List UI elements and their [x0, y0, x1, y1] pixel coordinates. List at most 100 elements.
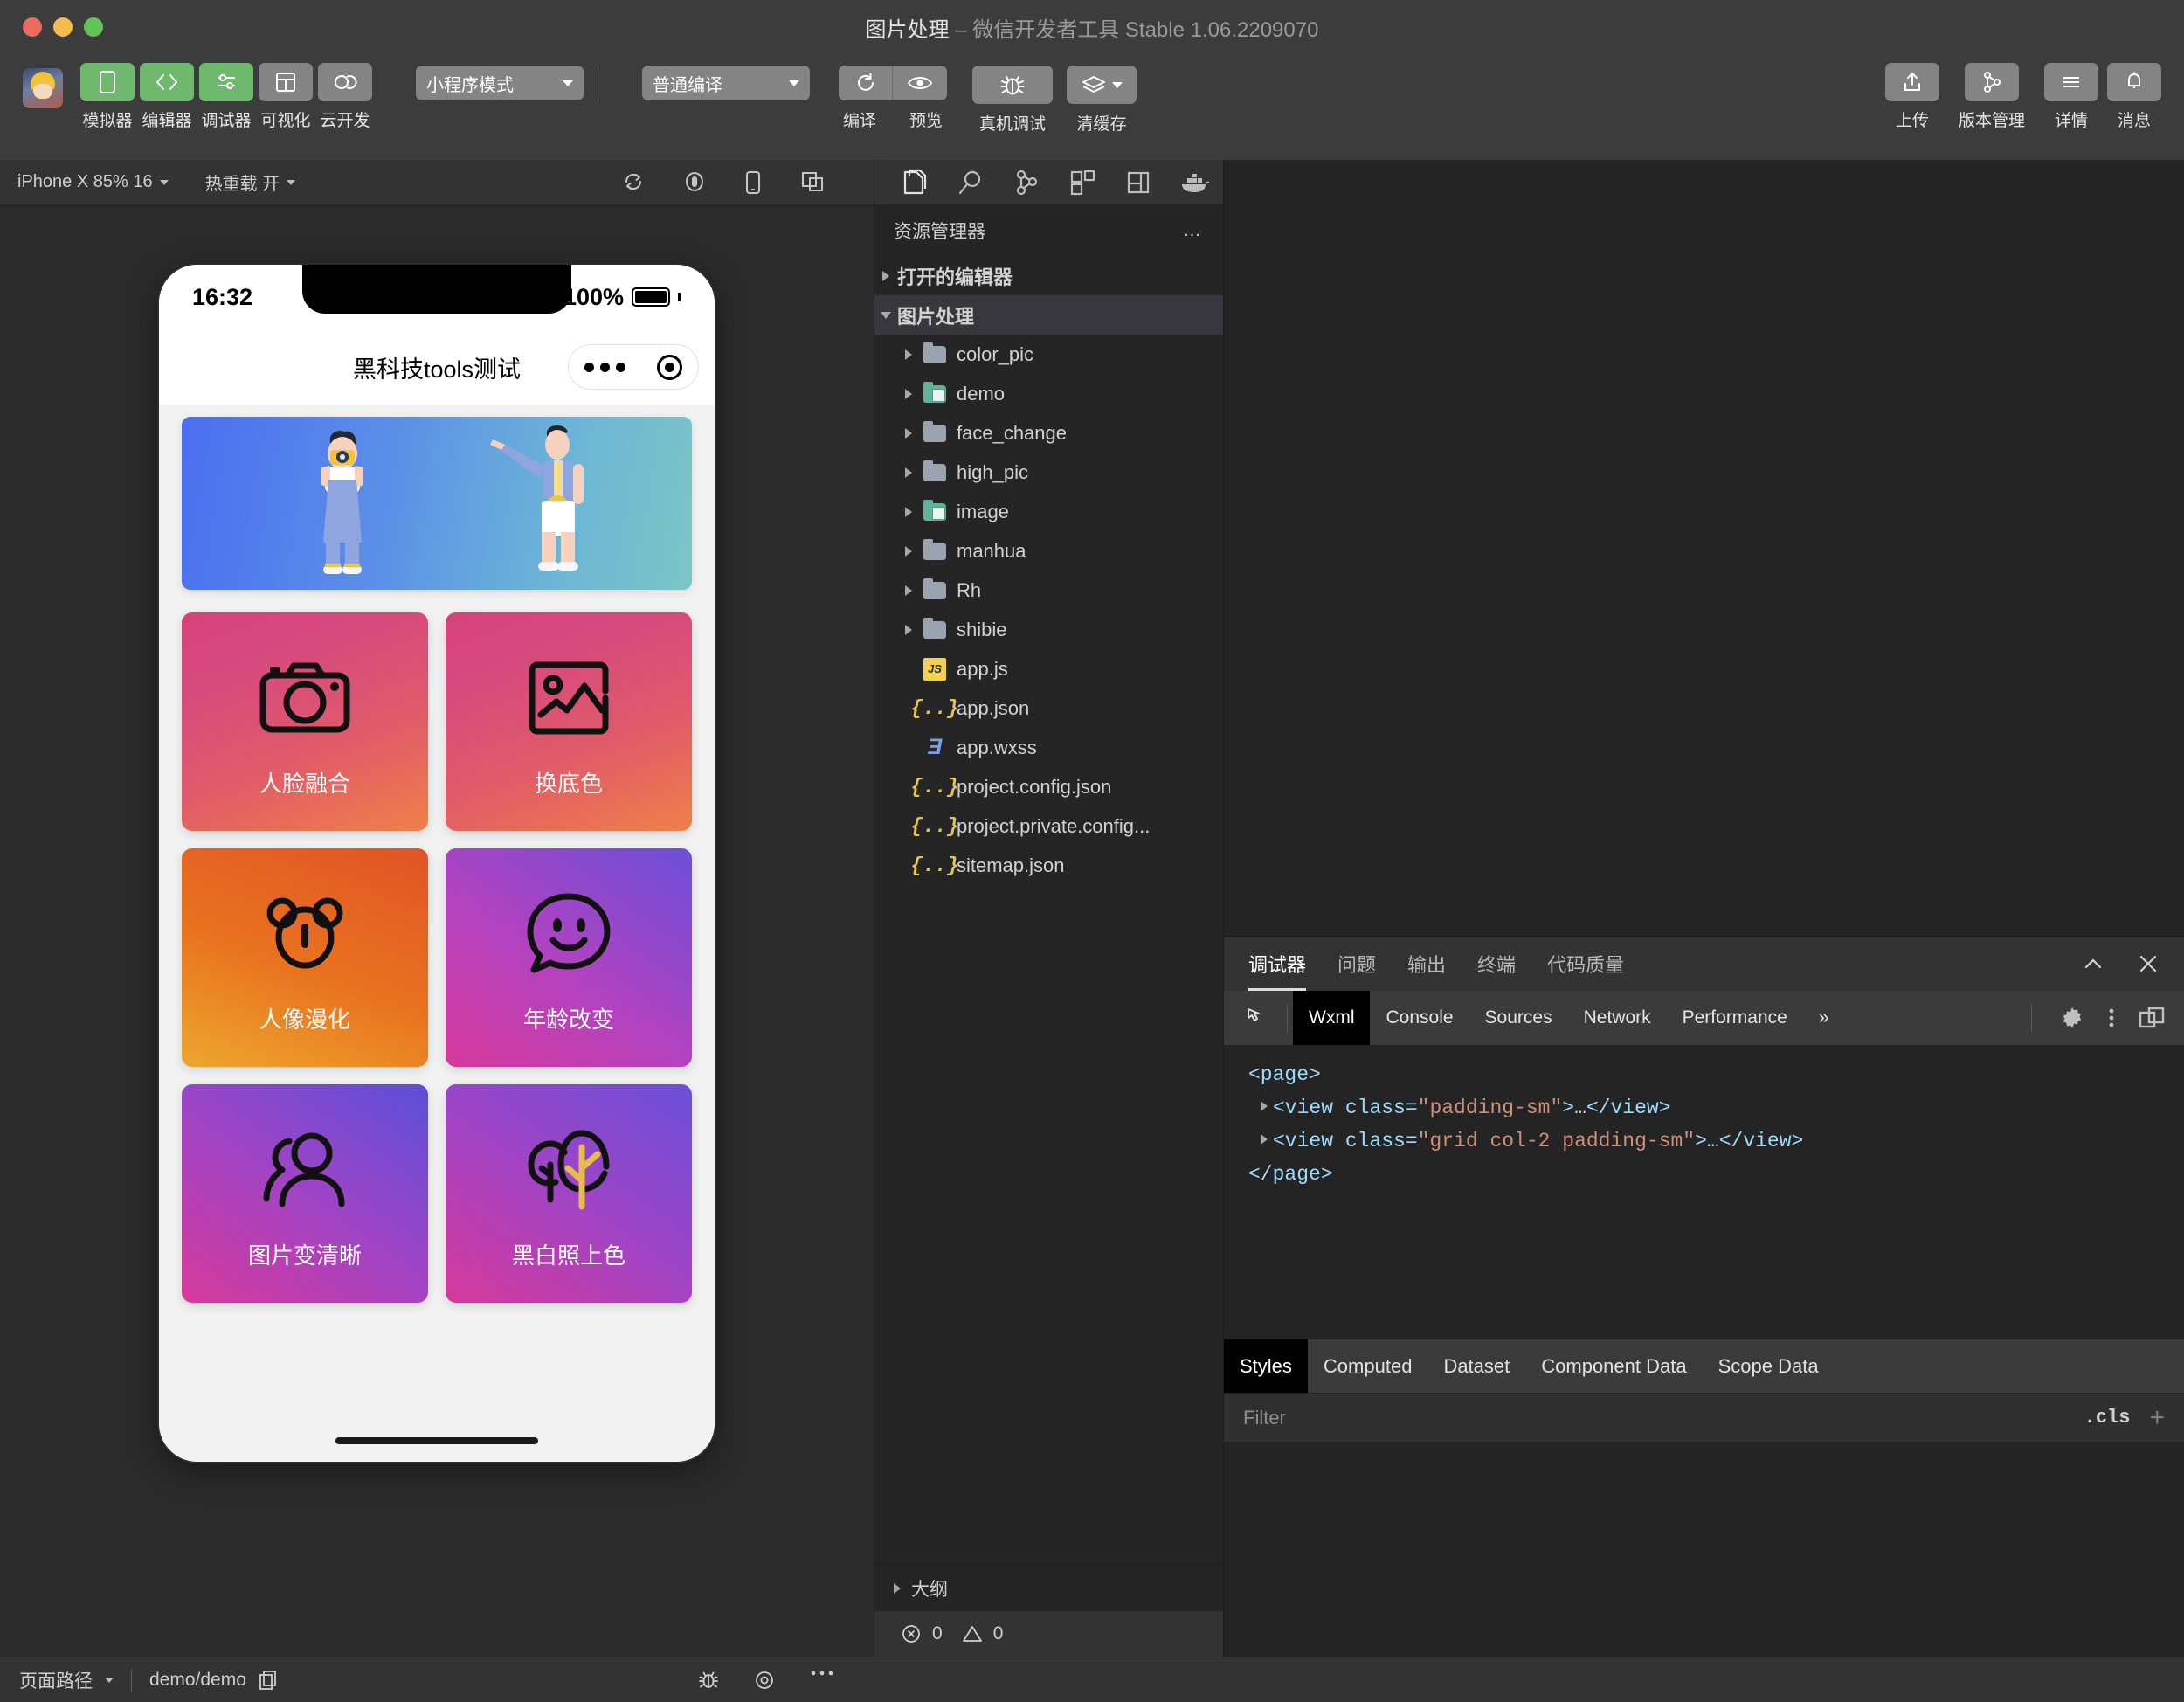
- rotate-icon[interactable]: [622, 170, 645, 195]
- wxml-tree[interactable]: <page> <view class="padding-sm">…</view>…: [1224, 1045, 2184, 1248]
- toolbar-action-compile[interactable]: 编译 预览: [833, 63, 953, 131]
- chevron-right-icon[interactable]: [897, 427, 920, 439]
- chevron-right-icon[interactable]: [874, 270, 897, 281]
- feature-card-colorize[interactable]: 黑白照上色: [446, 1084, 692, 1303]
- record-icon[interactable]: [683, 170, 706, 195]
- chevron-right-icon[interactable]: [1261, 1133, 1268, 1145]
- tree-row-app-wxss[interactable]: Ǝ app.wxss: [874, 728, 1223, 767]
- feature-card-age-change[interactable]: 年龄改变: [446, 848, 692, 1067]
- tree-row-open-editors[interactable]: 打开的编辑器: [874, 256, 1223, 295]
- explorer-more-button[interactable]: …: [1183, 220, 1204, 241]
- chevron-right-icon[interactable]: [897, 585, 920, 596]
- feature-card-enhance[interactable]: 图片变清晰: [182, 1084, 428, 1303]
- tab-terminal[interactable]: 终端: [1477, 937, 1516, 991]
- chevron-down-icon[interactable]: [874, 311, 897, 319]
- editor-area[interactable]: [1224, 160, 2184, 936]
- chevron-right-icon[interactable]: [1261, 1100, 1268, 1111]
- copy-icon[interactable]: [259, 1670, 278, 1691]
- inspector-tab-wxml[interactable]: Wxml: [1293, 991, 1371, 1045]
- tab-output[interactable]: 输出: [1407, 937, 1446, 991]
- toolbar-item-visualization[interactable]: 可视化: [259, 63, 313, 131]
- close-window-button[interactable]: [23, 17, 42, 37]
- toolbar-item-version[interactable]: 版本管理: [1948, 63, 2035, 131]
- device-select[interactable]: iPhone X 85% 16: [17, 172, 169, 192]
- refresh-icon[interactable]: [839, 66, 893, 100]
- eye-circle-icon[interactable]: [753, 1669, 776, 1692]
- filter-input[interactable]: Filter: [1243, 1407, 1286, 1429]
- chevron-right-icon[interactable]: [894, 1582, 901, 1594]
- feature-card-change-bg[interactable]: 换底色: [446, 612, 692, 831]
- layout2-icon[interactable]: [1110, 160, 1166, 205]
- mode-select[interactable]: 小程序模式: [416, 66, 584, 100]
- minimize-window-button[interactable]: [53, 17, 73, 37]
- avatar[interactable]: [23, 68, 63, 108]
- chevron-right-icon[interactable]: [897, 349, 920, 360]
- files-icon[interactable]: [887, 160, 943, 205]
- inspector-tab-network[interactable]: Network: [1568, 991, 1667, 1045]
- tree-row-project[interactable]: 图片处理: [874, 295, 1223, 335]
- toolbar-item-messages[interactable]: 消息: [2107, 63, 2161, 131]
- page-path-label[interactable]: 页面路径: [19, 1667, 93, 1693]
- tree-row-manhua[interactable]: manhua: [874, 531, 1223, 571]
- toolbar-item-upload[interactable]: 上传: [1885, 63, 1939, 131]
- chevron-right-icon[interactable]: [897, 506, 920, 517]
- outline-section[interactable]: 大纲: [874, 1564, 1223, 1611]
- styles-tab-styles[interactable]: Styles: [1224, 1339, 1308, 1394]
- tree-row-app-js[interactable]: JS app.js: [874, 649, 1223, 688]
- device-icon[interactable]: [744, 170, 762, 195]
- styles-tab-component-data[interactable]: Component Data: [1525, 1339, 1702, 1394]
- tab-code-quality[interactable]: 代码质量: [1547, 937, 1624, 991]
- feature-card-face-fusion[interactable]: 人脸融合: [182, 612, 428, 831]
- more-dots-icon[interactable]: [584, 362, 625, 372]
- tree-row-shibie[interactable]: shibie: [874, 610, 1223, 649]
- close-target-icon[interactable]: [657, 354, 682, 380]
- maximize-window-button[interactable]: [84, 17, 103, 37]
- inspector-tab-console[interactable]: Console: [1370, 991, 1469, 1045]
- chevron-right-icon[interactable]: [897, 545, 920, 557]
- window-controls[interactable]: [0, 17, 103, 37]
- gear-icon[interactable]: [2060, 1006, 2084, 1030]
- tree-row-color-pic[interactable]: color_pic: [874, 335, 1223, 374]
- add-rule-button[interactable]: +: [2149, 1403, 2165, 1433]
- toolbar-item-debugger[interactable]: 调试器: [199, 63, 253, 131]
- tree-row-high-pic[interactable]: high_pic: [874, 453, 1223, 492]
- docker-icon[interactable]: [1166, 160, 1222, 205]
- cls-button[interactable]: .cls: [2084, 1407, 2131, 1429]
- tree-row-sitemap-json[interactable]: {..} sitemap.json: [874, 846, 1223, 885]
- bug-icon[interactable]: [697, 1669, 720, 1692]
- problems-summary[interactable]: 0 0: [874, 1611, 1223, 1657]
- styles-tab-scope-data[interactable]: Scope Data: [1703, 1339, 1835, 1394]
- toolbar-action-realdevice[interactable]: 真机调试: [972, 63, 1053, 135]
- toolbar-action-clearcache[interactable]: 清缓存: [1067, 63, 1137, 135]
- tree-row-project-private-config[interactable]: {..} project.private.config...: [874, 806, 1223, 846]
- toolbar-item-editor[interactable]: 编辑器: [140, 63, 194, 131]
- window-icon[interactable]: [800, 170, 825, 195]
- close-icon[interactable]: [2137, 952, 2160, 975]
- tree-row-demo[interactable]: demo: [874, 374, 1223, 413]
- styles-tab-computed[interactable]: Computed: [1308, 1339, 1428, 1394]
- chevron-right-icon[interactable]: [897, 624, 920, 635]
- dock-icon[interactable]: [2139, 1006, 2165, 1030]
- toolbar-item-details[interactable]: 详情: [2044, 63, 2098, 131]
- compile-select[interactable]: 普通编译: [642, 66, 810, 100]
- toolbar-item-cloud[interactable]: 云开发: [318, 63, 372, 131]
- styles-tab-dataset[interactable]: Dataset: [1427, 1339, 1525, 1394]
- inspector-overflow-button[interactable]: »: [1803, 991, 1845, 1045]
- tree-row-rh[interactable]: Rh: [874, 571, 1223, 610]
- inspector-tab-performance[interactable]: Performance: [1667, 991, 1803, 1045]
- tab-problems[interactable]: 问题: [1337, 937, 1376, 991]
- wechat-capsule[interactable]: [568, 344, 699, 390]
- tree-row-project-config[interactable]: {..} project.config.json: [874, 767, 1223, 806]
- tree-row-image[interactable]: image: [874, 492, 1223, 531]
- git-icon[interactable]: [999, 160, 1054, 205]
- chevron-down-icon[interactable]: [105, 1677, 114, 1683]
- tab-debugger[interactable]: 调试器: [1248, 937, 1307, 991]
- chevron-right-icon[interactable]: [897, 388, 920, 399]
- hero-banner[interactable]: [182, 417, 692, 590]
- toolbar-item-simulator[interactable]: 模拟器: [80, 63, 135, 131]
- kebab-icon[interactable]: [2107, 1006, 2116, 1030]
- tree-row-app-json[interactable]: {..} app.json: [874, 688, 1223, 728]
- inspect-element-icon[interactable]: [1233, 1006, 1282, 1030]
- tree-row-face-change[interactable]: face_change: [874, 413, 1223, 453]
- eye-icon[interactable]: [893, 66, 947, 100]
